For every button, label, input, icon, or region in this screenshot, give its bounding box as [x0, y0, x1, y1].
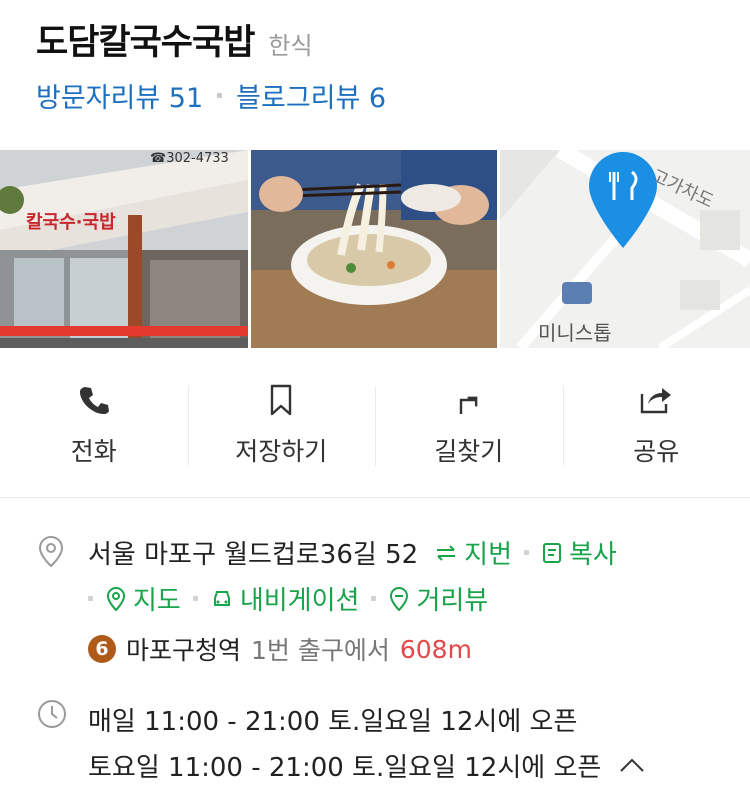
subway-distance: 608m: [399, 634, 472, 664]
action-bar: 전화 저장하기 길찾기 공유: [0, 348, 750, 498]
hours-line-text: 토요일 11:00 - 21:00 토.일요일 12시에 오픈: [88, 752, 602, 783]
map-link[interactable]: 지도: [105, 580, 181, 617]
navigation-label: 내비게이션: [239, 586, 360, 616]
jibun-label: 지번: [464, 540, 513, 570]
copy-label: 복사: [569, 540, 617, 570]
business-hours[interactable]: 매일 11:00 - 21:00 토.일요일 12시에 오픈 토요일 11:00…: [88, 696, 645, 788]
subway-station: 마포구청역: [126, 636, 242, 665]
photo-strip: 칼국수·국밥 ☎302-4733 고가차도 미니스톱: [0, 150, 750, 348]
subway-exit: 1번 출구에서: [251, 636, 390, 665]
clock-icon: [38, 700, 66, 728]
separator-dot: [371, 596, 377, 601]
place-header: 도담칼국수국밥 한식 방문자리뷰 51 블로그리뷰 6: [36, 14, 730, 115]
call-button[interactable]: 전화: [0, 348, 188, 497]
store-sign-text: 칼국수·국밥: [26, 212, 116, 233]
car-icon: [213, 590, 230, 606]
separator-dot: [192, 596, 198, 601]
map-poi-label: 미니스톱: [538, 321, 612, 345]
hours-line-2: 토요일 11:00 - 21:00 토.일요일 12시에 오픈: [88, 742, 645, 788]
map-marker-icon: [106, 586, 126, 611]
map-thumbnail[interactable]: 고가차도 미니스톱: [500, 150, 750, 348]
separator-dot: [524, 550, 530, 555]
directions-button[interactable]: 길찾기: [375, 348, 563, 497]
copy-icon: [543, 542, 562, 563]
noodle-photo[interactable]: [250, 150, 498, 348]
bookmark-icon: [271, 384, 292, 415]
navigation-link[interactable]: 내비게이션: [210, 580, 360, 617]
storefront-photo[interactable]: 칼국수·국밥 ☎302-4733: [0, 150, 248, 348]
share-label: 공유: [633, 436, 680, 466]
hours-line: 매일 11:00 - 21:00 토.일요일 12시에 오픈: [88, 706, 578, 737]
copy-button[interactable]: 복사: [541, 534, 617, 571]
separator-dot: [88, 596, 93, 601]
street-view-link[interactable]: 거리뷰: [388, 580, 488, 617]
separator-dot: [217, 93, 223, 98]
phone-icon: [79, 386, 109, 414]
street-view-label: 거리뷰: [416, 586, 489, 616]
directions-icon: [459, 396, 478, 414]
map-label: 지도: [133, 586, 181, 616]
blog-reviews-link[interactable]: 블로그리뷰 6: [236, 76, 386, 115]
visitor-reviews-link[interactable]: 방문자리뷰 51: [36, 76, 203, 115]
subway-line-badge: 6: [88, 635, 116, 663]
jibun-toggle[interactable]: 지번: [434, 534, 512, 571]
directions-label: 길찾기: [434, 436, 504, 466]
subway-info: 6 마포구청역 1번 출구에서 608m: [88, 631, 472, 667]
place-category: 한식: [268, 32, 313, 60]
save-button[interactable]: 저장하기: [187, 348, 376, 497]
place-title: 도담칼국수국밥: [36, 23, 255, 63]
save-label: 저장하기: [235, 436, 328, 466]
chevron-up-icon[interactable]: [619, 757, 645, 773]
share-icon: [641, 387, 672, 413]
share-button[interactable]: 공유: [562, 348, 750, 497]
address-text: 서울 마포구 월드컵로36길 52: [88, 540, 419, 570]
swap-icon: [437, 544, 456, 561]
location-icon: [38, 535, 64, 568]
store-sign-phone: ☎302-4733: [150, 151, 229, 166]
call-label: 전화: [70, 436, 117, 466]
street-view-icon: [390, 586, 409, 611]
